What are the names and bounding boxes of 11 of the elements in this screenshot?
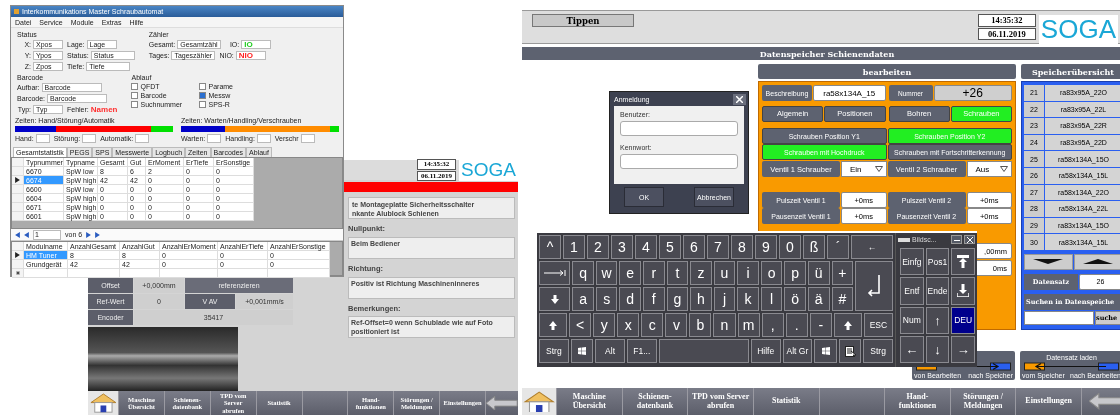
page-title: Datenspeicher Schienendaten xyxy=(522,47,1120,60)
time-display: 14:35:32 xyxy=(977,14,1036,27)
value-field: IO xyxy=(241,40,272,49)
logo: SOGA xyxy=(1038,15,1118,45)
date-display: 06.11.2019 xyxy=(977,27,1036,41)
panel-header: Speicherübersicht xyxy=(1021,64,1120,79)
number-field: +26 xyxy=(933,85,1012,101)
field-value: Namen xyxy=(90,105,118,114)
panel-header: bearbeiten xyxy=(758,64,1016,79)
value-field: NIO xyxy=(235,51,266,60)
logo: SOGA xyxy=(459,159,518,181)
